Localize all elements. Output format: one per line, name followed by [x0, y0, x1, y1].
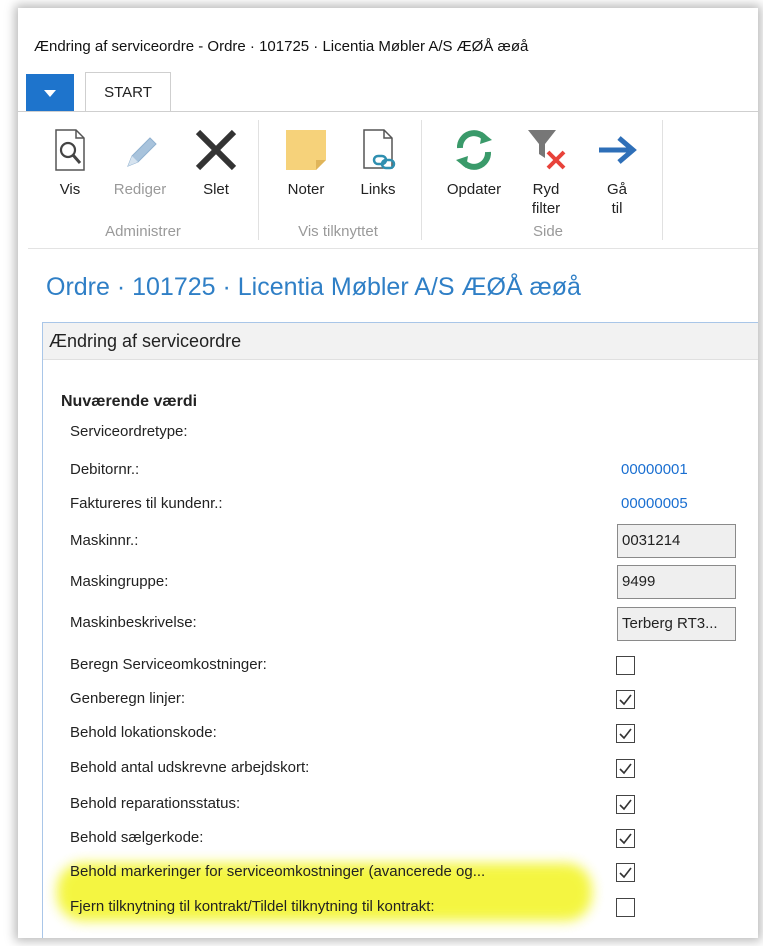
- checkmark-icon: [619, 694, 632, 706]
- goto-label-line1: Gå: [606, 181, 627, 198]
- chevron-down-icon: [44, 89, 56, 97]
- group-label-administrer: Administrer: [105, 223, 181, 240]
- field-label-recalc-lines: Genberegn linjer:: [70, 690, 186, 707]
- recalc-lines-checkbox[interactable]: [616, 690, 635, 709]
- field-label-customer-no: Debitornr.:: [70, 461, 140, 478]
- clear-filter-icon: [528, 130, 566, 170]
- change-service-order-panel: Ændring af serviceordre Nuværende værdi …: [42, 322, 758, 938]
- window-title: Ændring af serviceordre - Ordre · 101725…: [34, 38, 529, 55]
- field-label-machine-no: Maskinnr.:: [70, 532, 139, 549]
- application-menu-button[interactable]: [26, 74, 74, 112]
- ribbon-group-separator: [662, 120, 663, 240]
- goto-button[interactable]: Gå til: [592, 126, 642, 218]
- keep-salesperson-code-checkbox[interactable]: [616, 829, 635, 848]
- delete-button[interactable]: Slet: [190, 126, 242, 199]
- machine-no-field[interactable]: 0031214: [617, 524, 736, 558]
- notes-button[interactable]: Noter: [280, 126, 332, 199]
- panel-header[interactable]: Ændring af serviceordre: [43, 323, 758, 360]
- dialog-window: Ændring af serviceordre - Ordre · 101725…: [18, 8, 758, 938]
- field-label-keep-salesperson-code: Behold sælgerkode:: [70, 829, 204, 846]
- field-label-bill-to-customer-no: Faktureres til kundenr.:: [70, 495, 223, 512]
- page-title: Ordre · 101725 · Licentia Møbler A/S ÆØÅ…: [46, 273, 581, 301]
- checkmark-icon: [619, 833, 632, 845]
- ribbon-group-separator: [421, 120, 422, 240]
- field-label-calc-service-costs: Beregn Serviceomkostninger:: [70, 656, 267, 673]
- refresh-icon: [456, 130, 492, 170]
- tab-divider: [18, 111, 758, 112]
- remove-contract-link-checkbox[interactable]: [616, 898, 635, 917]
- view-icon: [55, 129, 85, 171]
- keep-location-code-checkbox[interactable]: [616, 724, 635, 743]
- links-button-label: Links: [360, 181, 396, 198]
- clear-filter-label-line2: filter: [531, 200, 561, 217]
- customer-no-link[interactable]: 00000001: [621, 461, 688, 478]
- ribbon-group-separator: [258, 120, 259, 240]
- tab-start[interactable]: START: [85, 72, 171, 112]
- field-label-keep-service-cost-marks: Behold markeringer for serviceomkostning…: [70, 863, 486, 880]
- clear-filter-button[interactable]: Ryd filter: [518, 126, 574, 218]
- view-button-label: Vis: [59, 181, 81, 198]
- group-label-vis-tilknyttet: Vis tilknyttet: [298, 223, 378, 240]
- view-button[interactable]: Vis: [46, 126, 94, 199]
- notes-button-label: Noter: [287, 181, 325, 198]
- section-title: Nuværende værdi: [61, 393, 198, 410]
- edit-button-label: Rediger: [113, 181, 167, 198]
- keep-repair-status-checkbox[interactable]: [616, 795, 635, 814]
- machine-group-field[interactable]: 9499: [617, 565, 736, 599]
- refresh-button[interactable]: Opdater: [436, 126, 512, 199]
- ribbon-divider: [28, 248, 758, 249]
- field-label-machine-description: Maskinbeskrivelse:: [70, 614, 197, 631]
- edit-button[interactable]: Rediger: [102, 126, 178, 199]
- clear-filter-label-line1: Ryd: [532, 181, 560, 198]
- delete-button-label: Slet: [203, 181, 229, 198]
- delete-icon: [195, 129, 237, 171]
- checkmark-icon: [619, 763, 632, 775]
- links-icon: [363, 129, 396, 170]
- checkmark-icon: [619, 799, 632, 811]
- field-label-machine-group: Maskingruppe:: [70, 573, 169, 590]
- refresh-button-label: Opdater: [446, 181, 502, 198]
- links-button[interactable]: Links: [352, 126, 404, 199]
- edit-icon: [127, 137, 157, 167]
- goto-arrow-icon: [599, 136, 637, 164]
- keep-printed-job-cards-checkbox[interactable]: [616, 759, 635, 778]
- notes-icon: [286, 130, 326, 170]
- group-label-side: Side: [532, 223, 564, 240]
- checkmark-icon: [619, 867, 632, 879]
- keep-service-cost-marks-checkbox[interactable]: [616, 863, 635, 882]
- field-label-keep-location-code: Behold lokationskode:: [70, 724, 217, 741]
- field-label-keep-repair-status: Behold reparationsstatus:: [70, 795, 241, 812]
- field-label-keep-printed-job-cards: Behold antal udskrevne arbejdskort:: [70, 759, 310, 776]
- goto-label-line2: til: [611, 200, 623, 217]
- machine-description-field[interactable]: Terberg RT3...: [617, 607, 736, 641]
- field-label-remove-contract-link: Fjern tilknytning til kontrakt/Tildel ti…: [70, 898, 435, 915]
- checkmark-icon: [619, 728, 632, 740]
- bill-to-customer-no-link[interactable]: 00000005: [621, 495, 688, 512]
- calc-service-costs-checkbox[interactable]: [616, 656, 635, 675]
- field-label-service-order-type: Serviceordretype:: [70, 423, 188, 440]
